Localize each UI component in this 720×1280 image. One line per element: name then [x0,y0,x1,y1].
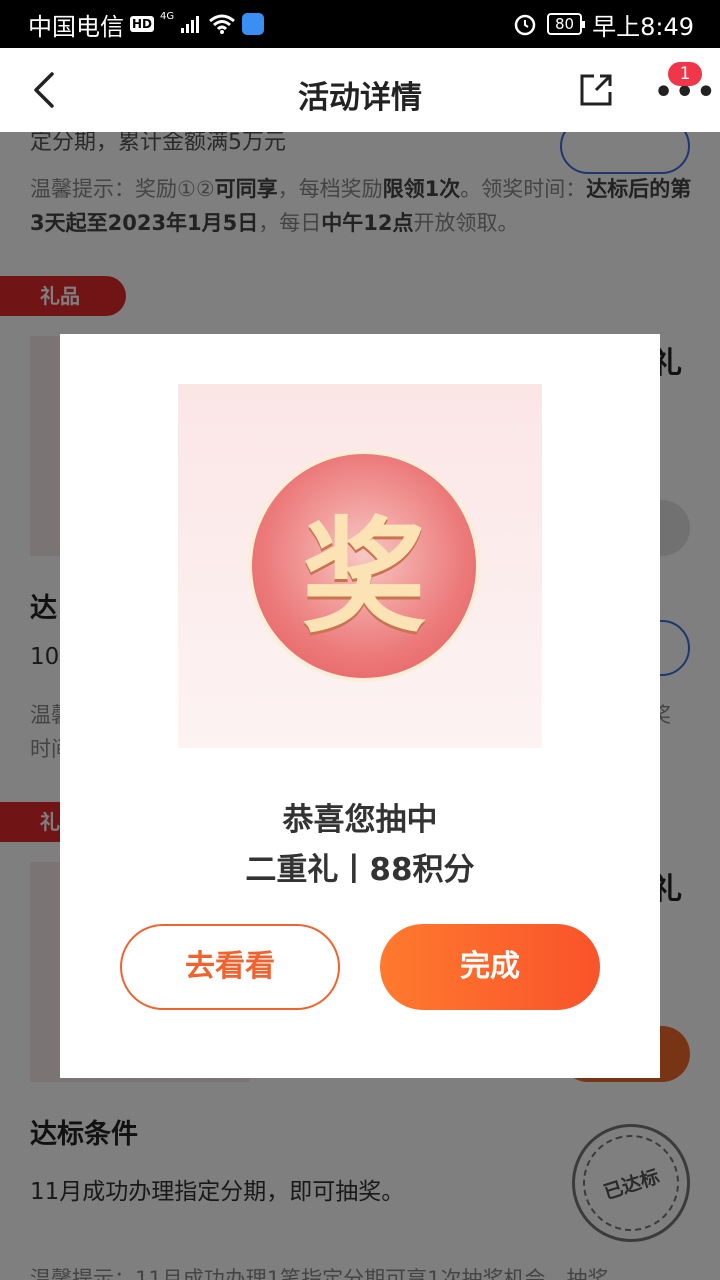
status-bar: 中国电信 HD 4G 80 早上8:49 [0,0,720,48]
prize-medal-icon: 奖 [248,450,480,682]
prize-char: 奖 [301,505,426,650]
network-label: 4G [160,10,175,22]
notification-badge: 1 [668,62,702,86]
hd-badge: HD [130,16,155,32]
shield-icon [242,13,265,35]
view-button[interactable]: 去看看 [120,924,340,1010]
done-button[interactable]: 完成 [380,924,600,1010]
more-dots-icon: ••• [654,75,718,110]
signal-icon [181,16,200,33]
carrier-label: 中国电信 [28,12,124,41]
prize-result-text: 二重礼丨88积分 [245,852,475,888]
prize-image: 奖 [178,384,542,748]
nav-bar: 活动详情 ••• 1 [0,48,720,132]
congrats-text: 恭喜您抽中 [282,802,438,838]
prize-dialog: 奖 恭喜您抽中 二重礼丨88积分 去看看 完成 [60,334,660,1078]
clock: 早上8:49 [592,12,694,41]
wifi-icon [209,14,236,34]
battery-indicator: 80 [547,13,586,35]
more-menu-button[interactable]: ••• 1 [650,62,716,114]
share-icon[interactable] [578,72,614,108]
alarm-icon [514,14,536,36]
